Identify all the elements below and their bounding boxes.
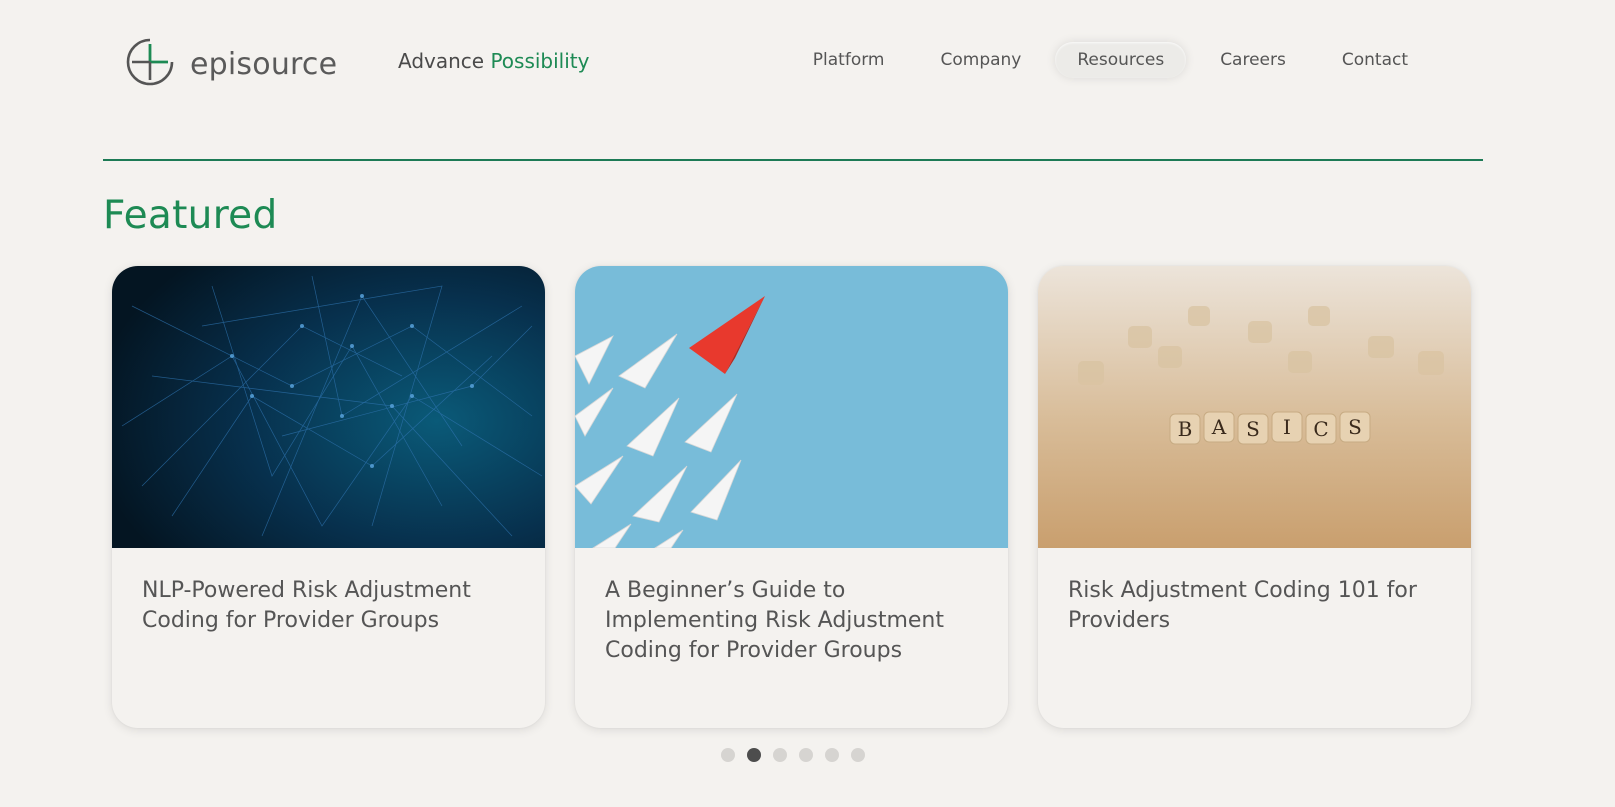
section-divider: [103, 159, 1483, 161]
basics-letter: S: [1348, 415, 1362, 439]
featured-carousel: NLP-Powered Risk Adjustment Coding for P…: [112, 266, 1471, 728]
pagination-dot-3[interactable]: [773, 748, 787, 762]
basics-letter: B: [1178, 417, 1193, 441]
featured-card-2-title[interactable]: A Beginner’s Guide to Implementing Risk …: [575, 548, 1008, 666]
featured-card-3[interactable]: B A S I C S Risk Adjustment Coding 101 f…: [1038, 266, 1471, 728]
featured-card-1-title[interactable]: NLP-Powered Risk Adjustment Coding for P…: [112, 548, 545, 636]
nav-contact[interactable]: Contact: [1320, 42, 1430, 78]
pagination-dot-6[interactable]: [851, 748, 865, 762]
logo-text: episource: [190, 46, 338, 82]
data-network-image: [112, 266, 545, 548]
paper-planes-image: [575, 266, 1008, 548]
pagination-dot-1[interactable]: [721, 748, 735, 762]
featured-heading: Featured: [103, 193, 278, 238]
basics-blocks-image: B A S I C S: [1038, 266, 1471, 548]
basics-letter: S: [1246, 417, 1260, 441]
tagline-accent: Possibility: [490, 49, 590, 73]
pagination-dot-5[interactable]: [825, 748, 839, 762]
logo-link[interactable]: episource: [124, 36, 337, 92]
main-nav: Platform Company Resources Careers Conta…: [779, 42, 1430, 78]
tagline: Advance Possibility: [398, 49, 589, 73]
tagline-prefix: Advance: [398, 49, 485, 73]
featured-card-2[interactable]: A Beginner’s Guide to Implementing Risk …: [575, 266, 1008, 728]
featured-card-1[interactable]: NLP-Powered Risk Adjustment Coding for P…: [112, 266, 545, 728]
basics-letter: I: [1283, 415, 1291, 439]
episource-logo-icon: [124, 36, 176, 92]
pagination-dot-2[interactable]: [747, 748, 761, 762]
basics-letter: A: [1211, 415, 1227, 439]
page: episource Advance Possibility Platform C…: [0, 0, 1615, 807]
nav-platform[interactable]: Platform: [791, 42, 907, 78]
nav-resources[interactable]: Resources: [1055, 42, 1187, 78]
basics-letter: C: [1313, 417, 1328, 441]
nav-careers[interactable]: Careers: [1198, 42, 1308, 78]
pagination-dot-4[interactable]: [799, 748, 813, 762]
featured-card-3-title[interactable]: Risk Adjustment Coding 101 for Providers: [1038, 548, 1471, 636]
nav-company[interactable]: Company: [918, 42, 1043, 78]
carousel-pagination: [721, 748, 877, 762]
